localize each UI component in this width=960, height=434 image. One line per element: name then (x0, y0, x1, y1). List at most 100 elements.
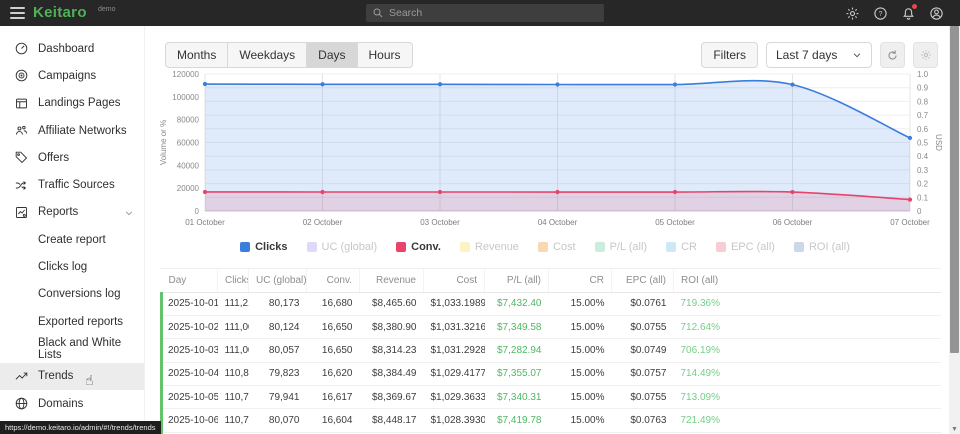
sidebar-item-landings-pages[interactable]: Landings Pages (0, 90, 144, 117)
cell-p-l-all-: $7,355.07 (485, 362, 549, 385)
app-logo[interactable]: Keitaro (33, 0, 87, 26)
chevron-down-icon (124, 208, 134, 221)
cell-roi-all-: 714.49% (674, 362, 942, 385)
legend-label: Clicks (255, 241, 287, 253)
svg-text:06 October: 06 October (773, 218, 813, 227)
column-header-epc-all-[interactable]: EPC (all) (612, 269, 674, 292)
sidebar-item-label: Campaigns (38, 70, 96, 82)
sidebar-item-campaigns[interactable]: Campaigns (0, 62, 144, 89)
table-row: 2025-10-02111,0080,12416,650$8,380.90$1,… (162, 315, 942, 338)
legend-label: P/L (all) (610, 241, 648, 253)
cell-uc-global-: 80,070 (249, 409, 307, 432)
cell-p-l-all-: $7,282.94 (485, 339, 549, 362)
column-header-day[interactable]: Day (162, 269, 218, 292)
cell-conv-: 16,617 (307, 386, 360, 409)
cell-conv-: 16,620 (307, 362, 360, 385)
campaigns-icon (13, 68, 29, 84)
tab-months[interactable]: Months (166, 43, 228, 67)
column-header-uc-global-[interactable]: UC (global) (249, 269, 307, 292)
cell-clicks: 110,80 (218, 362, 249, 385)
cell-cr: 15.00% (549, 409, 612, 432)
svg-text:Volume or %: Volume or % (159, 120, 168, 165)
filters-button[interactable]: Filters (701, 42, 758, 68)
chart-settings-button[interactable] (913, 42, 938, 68)
column-header-conv-[interactable]: Conv. (307, 269, 360, 292)
cell-conv-: 16,680 (307, 292, 360, 315)
column-header-clicks[interactable]: Clicks (218, 269, 249, 292)
table-row: 2025-10-05110,7979,94116,617$8,369.67$1,… (162, 386, 942, 409)
legend-item-uc-global-[interactable]: UC (global) (307, 241, 378, 253)
cell-conv-: 16,650 (307, 315, 360, 338)
reports-icon (13, 204, 29, 220)
tab-weekdays[interactable]: Weekdays (228, 43, 307, 67)
refresh-button[interactable] (880, 42, 905, 68)
cell-uc-global-: 79,941 (249, 386, 307, 409)
sidebar: Dashboard Campaigns Landings Pages Affiliat… (0, 26, 145, 434)
svg-text:0.4: 0.4 (917, 152, 929, 161)
svg-text:05 October: 05 October (655, 218, 695, 227)
status-url: https://demo.keitaro.io/admin/#!/trends/… (0, 421, 161, 434)
scrollbar-down-arrow[interactable]: ▼ (949, 426, 960, 433)
tab-hours[interactable]: Hours (358, 43, 412, 67)
sidebar-item-trends[interactable]: Trends (0, 363, 144, 390)
scrollbar-thumb[interactable] (950, 26, 959, 353)
cell-cost: $1,028.3930 (424, 409, 485, 432)
tab-days[interactable]: Days (307, 43, 357, 67)
svg-text:60000: 60000 (177, 139, 200, 148)
settings-gear-icon[interactable] (845, 6, 860, 21)
menu-toggle-icon[interactable] (10, 7, 25, 19)
cell-day: 2025-10-01 (162, 292, 218, 315)
svg-text:0.7: 0.7 (917, 111, 929, 120)
legend-label: UC (global) (322, 241, 378, 253)
sidebar-item-label: Domains (38, 398, 83, 410)
search-input[interactable] (389, 7, 598, 19)
chevron-down-icon (852, 50, 862, 60)
cell-cost: $1,031.2928 (424, 339, 485, 362)
legend-item-cost[interactable]: Cost (538, 241, 576, 253)
cell-clicks: 111,00 (218, 315, 249, 338)
sidebar-item-label: Affiliate Networks (38, 125, 127, 137)
notifications-bell-icon[interactable] (901, 6, 916, 21)
cell-revenue: $8,448.17 (360, 409, 424, 432)
column-header-cr[interactable]: CR (549, 269, 612, 292)
sidebar-item-traffic-sources[interactable]: Traffic Sources (0, 171, 144, 198)
account-icon[interactable] (929, 6, 944, 21)
sidebar-item-offers[interactable]: Offers (0, 144, 144, 171)
legend-item-epc-all-[interactable]: EPC (all) (716, 241, 775, 253)
svg-text:0: 0 (917, 207, 922, 216)
sidebar-item-exported-reports[interactable]: Exported reports (0, 308, 144, 335)
svg-text:1.0: 1.0 (917, 70, 929, 79)
svg-text:04 October: 04 October (538, 218, 578, 227)
sidebar-item-black-and-white-lists[interactable]: Black and White Lists (0, 335, 144, 362)
sidebar-item-affiliate-networks[interactable]: Affiliate Networks (0, 117, 144, 144)
column-header-p-l-all-[interactable]: P/L (all) (485, 269, 549, 292)
logo-demo-badge: demo (98, 6, 116, 13)
sidebar-item-domains[interactable]: Domains (0, 390, 144, 417)
refresh-icon (886, 49, 899, 62)
cell-uc-global-: 80,057 (249, 339, 307, 362)
sidebar-item-create-report[interactable]: Create report (0, 226, 144, 253)
global-search[interactable] (366, 4, 604, 22)
page-scrollbar[interactable]: ▼ (949, 26, 960, 434)
help-icon[interactable]: ? (873, 6, 888, 21)
legend-item-clicks[interactable]: Clicks (240, 241, 287, 253)
sidebar-item-dashboard[interactable]: Dashboard (0, 35, 144, 62)
sidebar-item-clicks-log[interactable]: Clicks log (0, 253, 144, 280)
legend-item-cr[interactable]: CR (666, 241, 697, 253)
cell-epc-all-: $0.0761 (612, 292, 674, 315)
legend-swatch (307, 242, 317, 252)
cell-cr: 15.00% (549, 339, 612, 362)
legend-item-revenue[interactable]: Revenue (460, 241, 519, 253)
sidebar-item-conversions-log[interactable]: Conversions log (0, 281, 144, 308)
legend-item-roi-all-[interactable]: ROI (all) (794, 241, 850, 253)
sidebar-item-label: Reports (38, 206, 78, 218)
column-header-cost[interactable]: Cost (424, 269, 485, 292)
legend-item-conv-[interactable]: Conv. (396, 241, 441, 253)
date-range-select[interactable]: Last 7 days (766, 42, 872, 68)
legend-item-p-l-all-[interactable]: P/L (all) (595, 241, 648, 253)
cell-uc-global-: 80,173 (249, 292, 307, 315)
sidebar-item-reports[interactable]: Reports (0, 199, 144, 226)
column-header-roi-all-[interactable]: ROI (all) (674, 269, 942, 292)
cell-day: 2025-10-02 (162, 315, 218, 338)
column-header-revenue[interactable]: Revenue (360, 269, 424, 292)
